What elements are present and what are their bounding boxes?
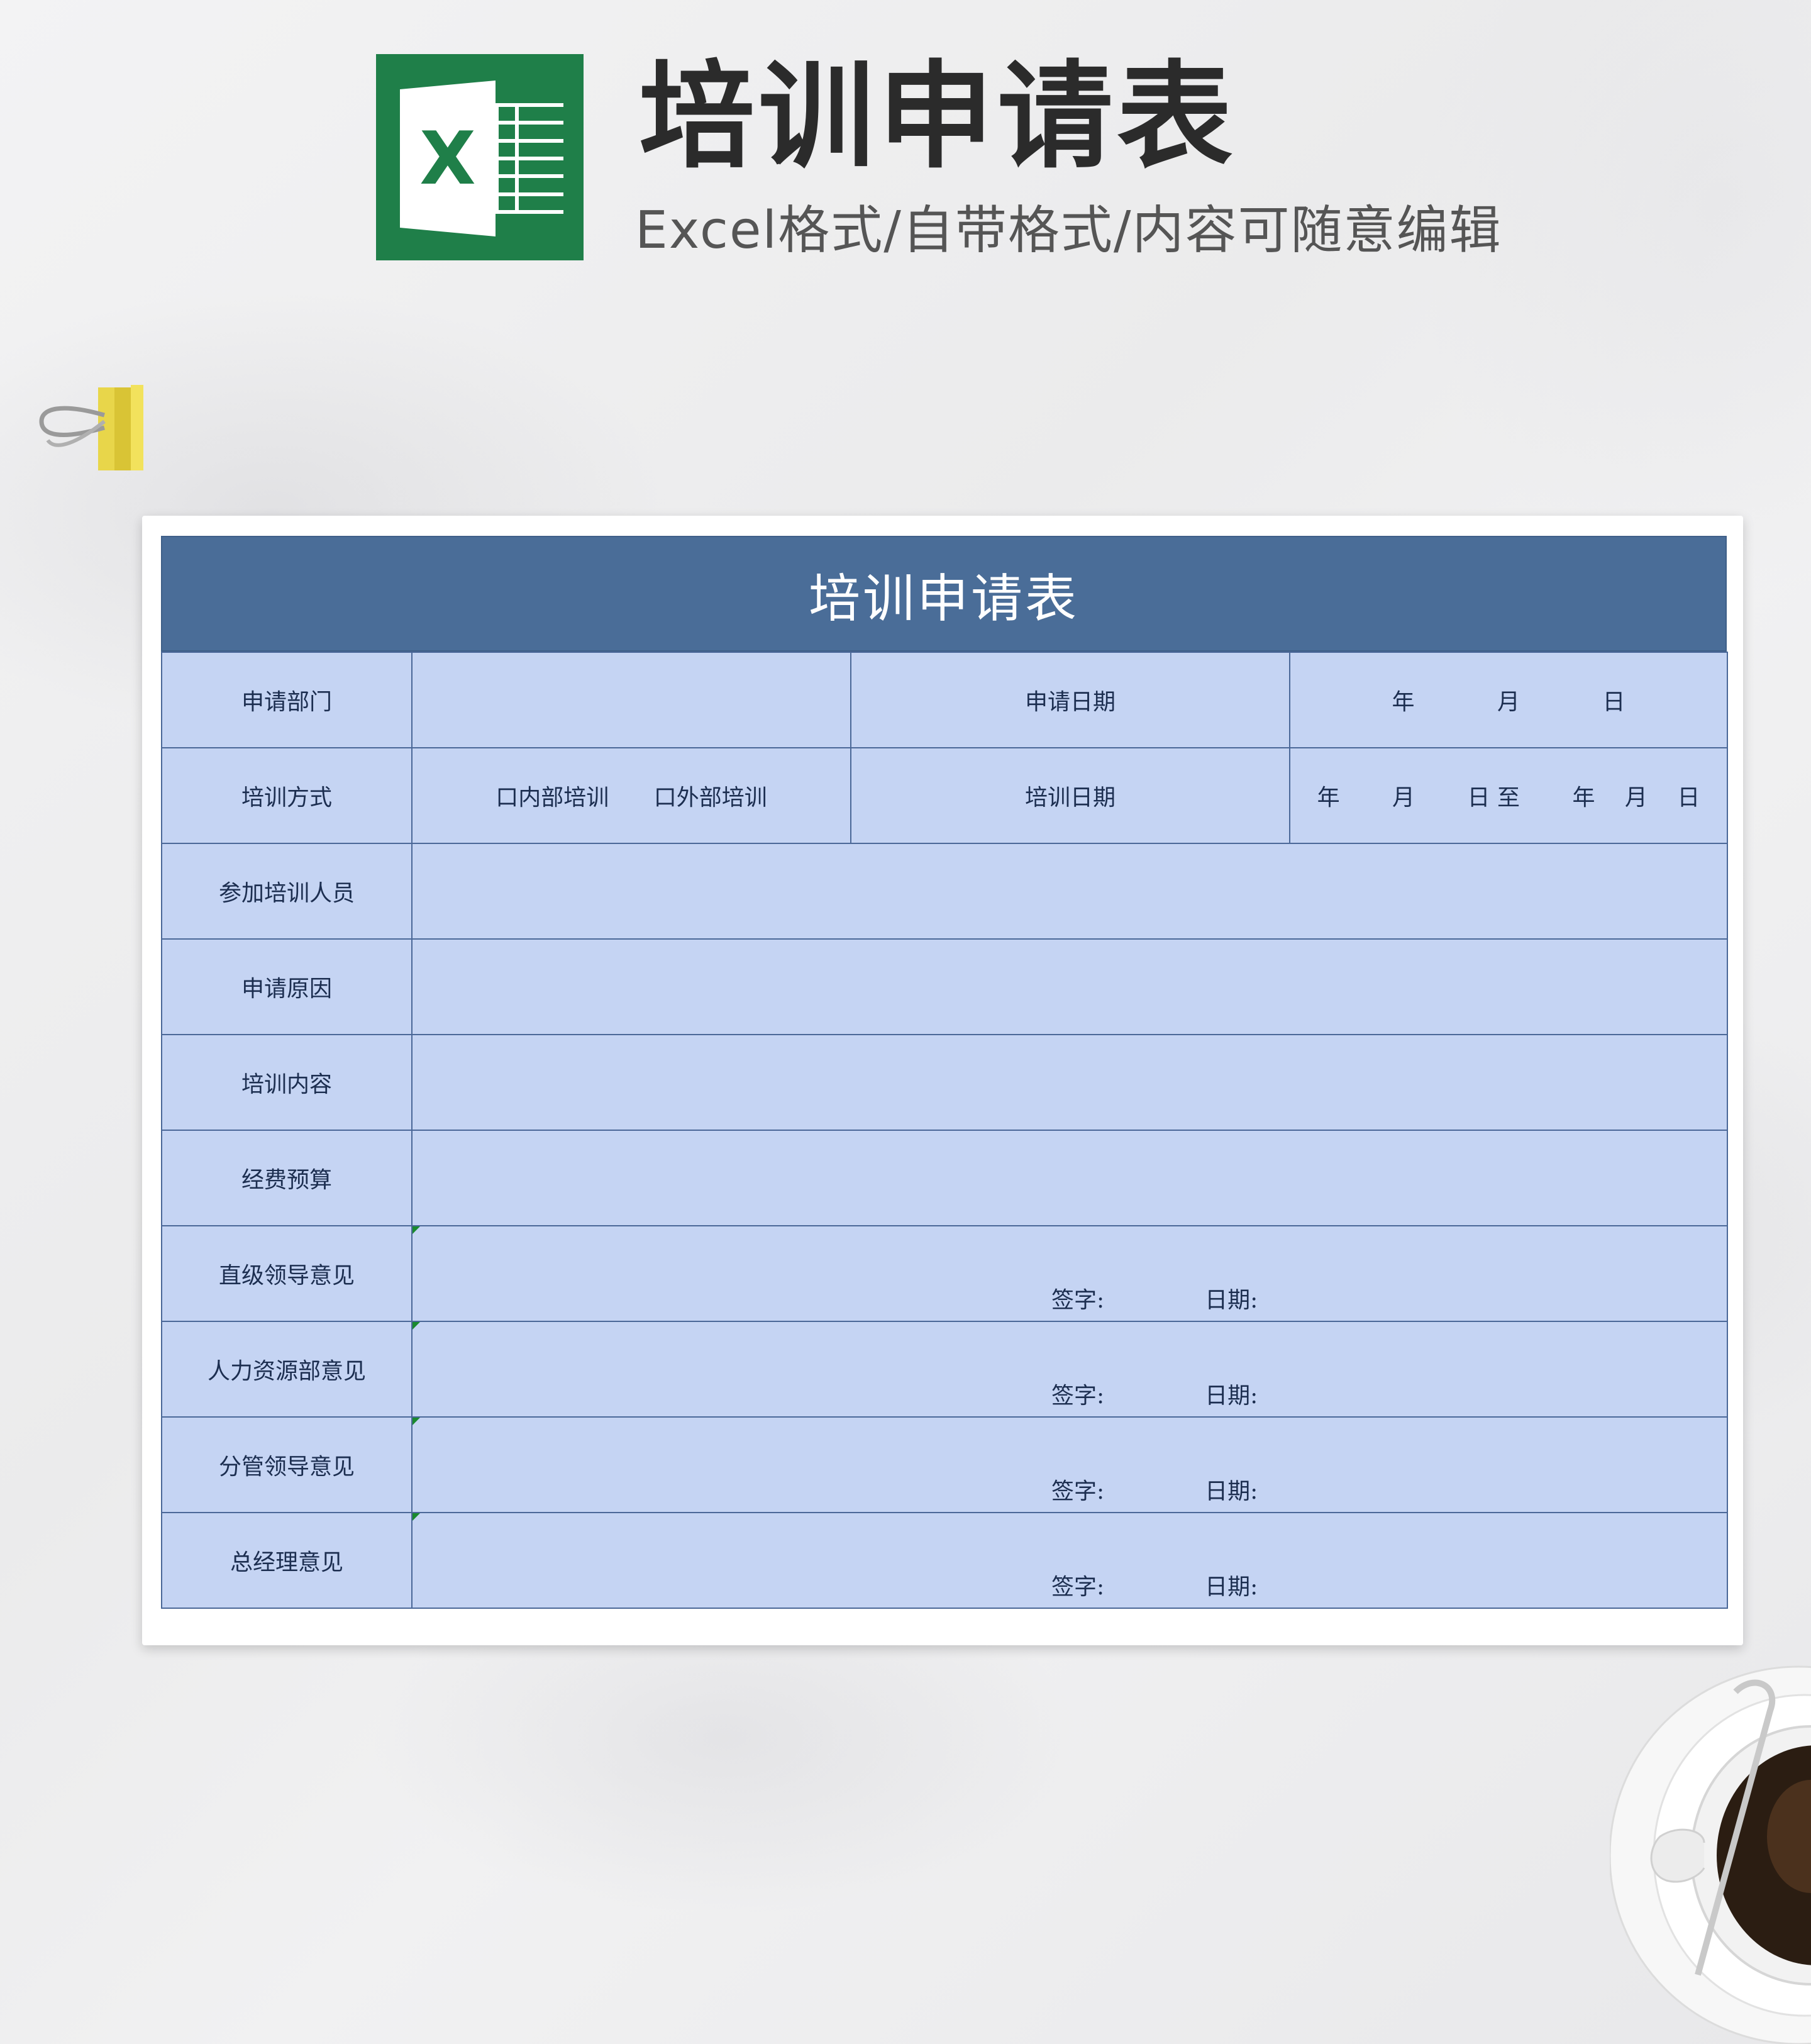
table-row: 参加培训人员 (161, 843, 1728, 940)
method-label: 培训方式 (161, 747, 413, 844)
table-row: 申请原因 (161, 938, 1728, 1035)
range-to-text: 至 (1497, 785, 1520, 811)
date-label: 日期: (1205, 1479, 1258, 1504)
logo-letter: X (419, 116, 476, 201)
hr-opinion-input[interactable]: 签字: 日期: (411, 1321, 1728, 1418)
table-row: 总经理意见 签字: 日期: (161, 1512, 1728, 1609)
budget-input[interactable] (411, 1130, 1728, 1226)
excel-logo-icon: X (376, 54, 584, 260)
dept-input[interactable] (411, 652, 851, 748)
training-date-label: 培训日期 (850, 747, 1290, 844)
cell-comment-marker-icon (413, 1322, 420, 1330)
date-label: 日期: (1205, 1287, 1258, 1313)
participants-label: 参加培训人员 (161, 843, 413, 940)
internal-training-checkbox[interactable]: 口内部培训 (496, 785, 609, 811)
page-subtitle: Excel格式/自带格式/内容可随意编辑 (635, 201, 1502, 260)
dept-label: 申请部门 (161, 652, 413, 748)
form-title: 培训申请表 (161, 536, 1727, 652)
application-form-table: 申请部门 申请日期 年 月 日 培训方式 口内部培训 口外部培训 培训日期 年 … (161, 652, 1728, 1609)
apply-month-text: 月 (1497, 689, 1520, 715)
sign-label: 签字: (1051, 1287, 1105, 1313)
table-row: 申请部门 申请日期 年 月 日 (161, 652, 1728, 748)
apply-date-input[interactable]: 年 月 日 (1289, 652, 1728, 748)
reason-label: 申请原因 (161, 938, 413, 1035)
content-label: 培训内容 (161, 1034, 413, 1131)
gm-opinion-label: 总经理意见 (161, 1512, 413, 1609)
method-options: 口内部培训 口外部培训 (411, 747, 851, 844)
date-label: 日期: (1205, 1383, 1258, 1409)
page-title: 培训申请表 (639, 50, 1237, 184)
division-leader-opinion-input[interactable]: 签字: 日期: (411, 1416, 1728, 1513)
apply-date-label: 申请日期 (850, 652, 1290, 748)
apply-year-text: 年 (1392, 689, 1415, 715)
cell-comment-marker-icon (413, 1513, 420, 1521)
range-year-start: 年 (1317, 785, 1340, 811)
logo-grid (496, 103, 564, 214)
date-label: 日期: (1205, 1574, 1258, 1600)
binder-clip-icon (39, 385, 143, 470)
range-year-end: 年 (1572, 785, 1595, 811)
sign-label: 签字: (1051, 1383, 1105, 1409)
hr-opinion-label: 人力资源部意见 (161, 1321, 413, 1418)
table-row: 人力资源部意见 签字: 日期: (161, 1321, 1728, 1418)
cell-comment-marker-icon (413, 1418, 420, 1425)
range-month-end: 月 (1624, 785, 1648, 811)
table-row: 经费预算 (161, 1130, 1728, 1226)
reason-input[interactable] (411, 938, 1728, 1035)
training-date-input[interactable]: 年 月 日 至 年 月 日 (1289, 747, 1728, 844)
sign-label: 签字: (1051, 1574, 1105, 1600)
budget-label: 经费预算 (161, 1130, 413, 1226)
table-row: 分管领导意见 签字: 日期: (161, 1416, 1728, 1513)
apply-day-text: 日 (1602, 689, 1625, 715)
gm-opinion-input[interactable]: 签字: 日期: (411, 1512, 1728, 1609)
range-day-start: 日 (1467, 785, 1490, 811)
external-training-checkbox[interactable]: 口外部培训 (654, 785, 767, 811)
table-row: 直级领导意见 签字: 日期: (161, 1225, 1728, 1322)
range-day-end: 日 (1677, 785, 1700, 811)
division-leader-opinion-label: 分管领导意见 (161, 1416, 413, 1513)
supervisor-opinion-label: 直级领导意见 (161, 1225, 413, 1322)
cell-comment-marker-icon (413, 1226, 420, 1234)
form-sheet: 培训申请表 申请部门 申请日期 年 月 日 培训方式 口内部培训 口外部培训 培… (161, 536, 1728, 1609)
range-month-start: 月 (1392, 785, 1415, 811)
table-row: 培训方式 口内部培训 口外部培训 培训日期 年 月 日 至 年 月 日 (161, 747, 1728, 844)
coffee-cup-icon (1610, 1665, 1811, 2044)
content-input[interactable] (411, 1034, 1728, 1131)
supervisor-opinion-input[interactable]: 签字: 日期: (411, 1225, 1728, 1322)
table-row: 培训内容 (161, 1034, 1728, 1131)
participants-input[interactable] (411, 843, 1728, 940)
sign-label: 签字: (1051, 1479, 1105, 1504)
